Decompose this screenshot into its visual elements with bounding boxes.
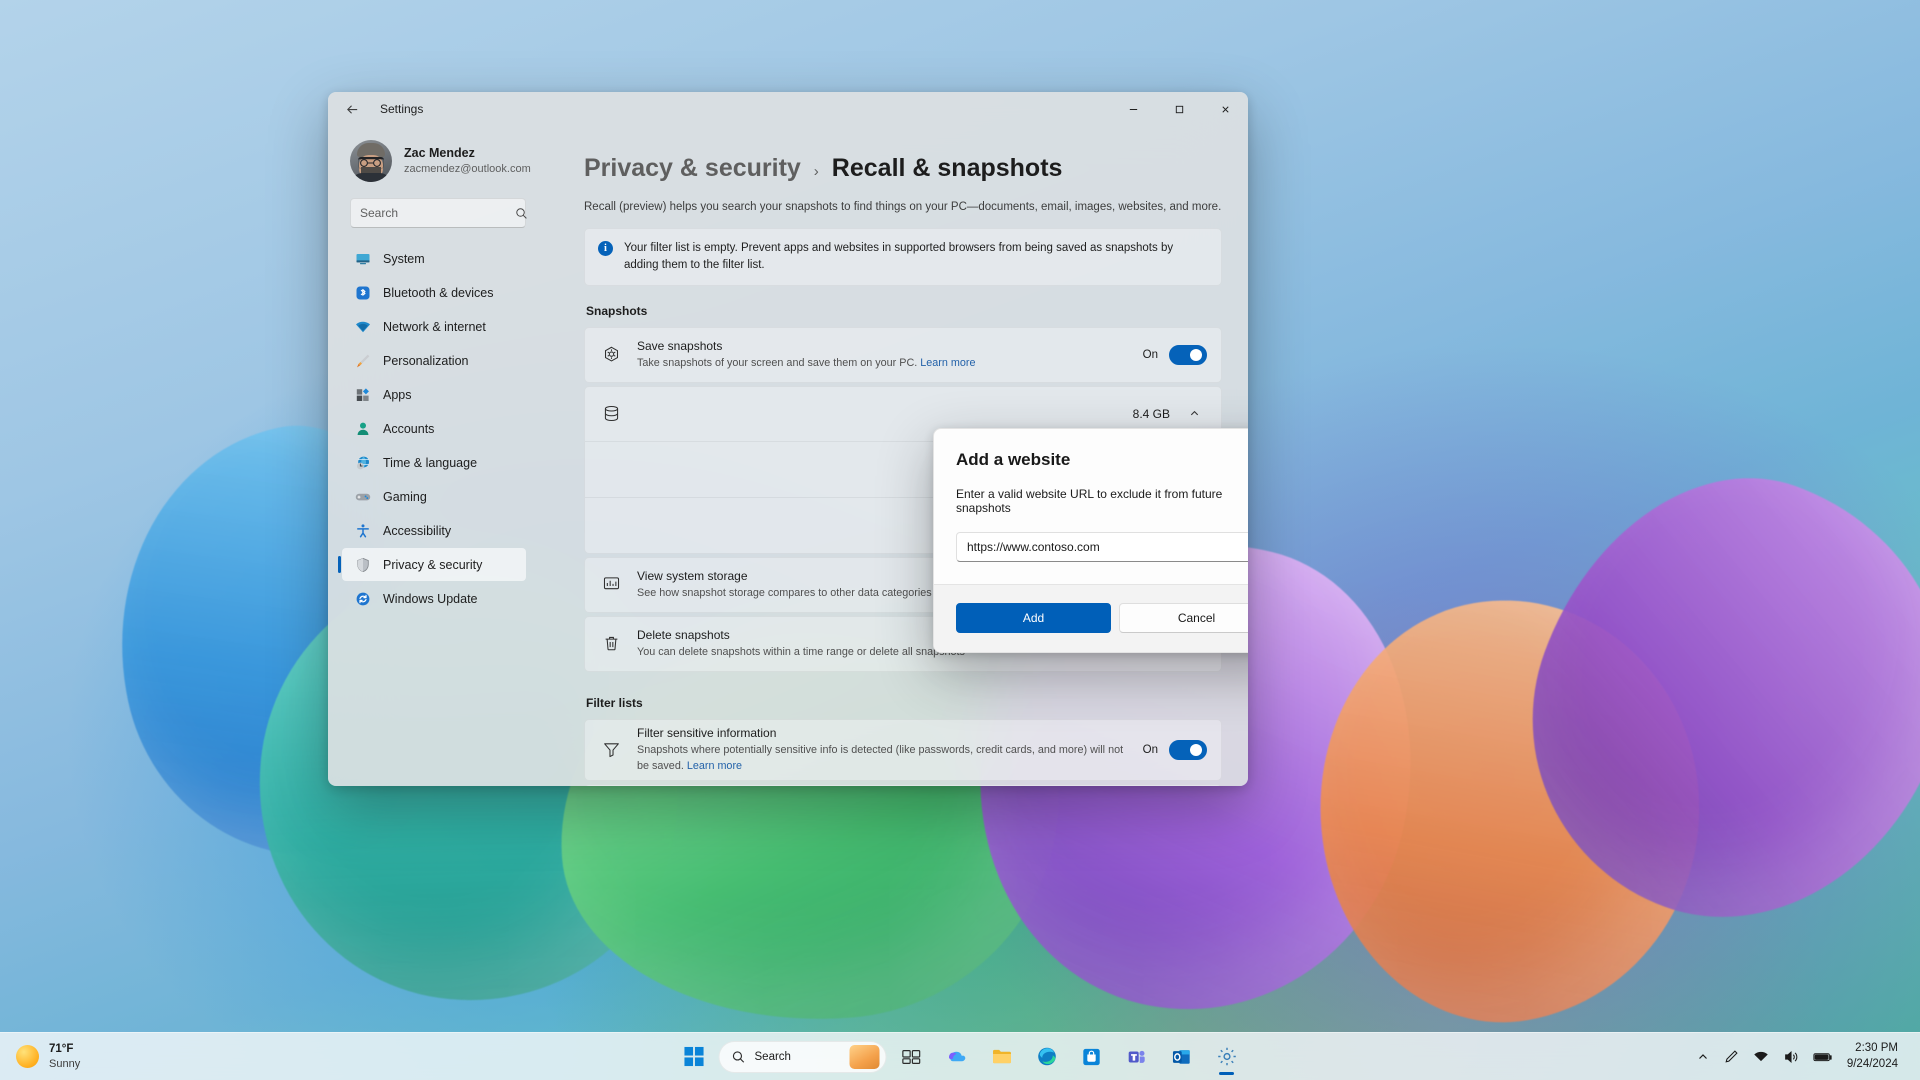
- clock[interactable]: 2:30 PM 9/24/2024: [1841, 1041, 1908, 1072]
- taskbar-search[interactable]: Search: [718, 1040, 887, 1073]
- chevron-up-icon[interactable]: [1691, 1039, 1715, 1075]
- settings-icon[interactable]: [1207, 1037, 1247, 1077]
- add-button[interactable]: Add: [956, 603, 1111, 633]
- search-highlight-thumbnail: [849, 1044, 880, 1069]
- taskbar-search-label: Search: [754, 1050, 791, 1063]
- wifi-tray-icon[interactable]: [1747, 1039, 1775, 1075]
- start-icon[interactable]: [674, 1037, 714, 1077]
- search-icon: [732, 1050, 746, 1064]
- settings-window: Settings Zac Mendez zacmendez@outlook.co…: [328, 92, 1248, 786]
- clock-date: 9/24/2024: [1846, 1057, 1898, 1070]
- outlook-icon[interactable]: [1162, 1037, 1202, 1077]
- add-website-dialog: Add a website Enter a valid website URL …: [933, 428, 1248, 653]
- cancel-button[interactable]: Cancel: [1119, 603, 1248, 633]
- pen-icon[interactable]: [1717, 1039, 1745, 1075]
- dialog-title: Add a website: [956, 450, 1071, 469]
- sun-icon: [16, 1044, 39, 1068]
- task-view-icon[interactable]: [892, 1037, 932, 1077]
- volume-icon[interactable]: [1777, 1039, 1805, 1075]
- copilot-icon[interactable]: [937, 1037, 977, 1077]
- dialog-body: Add a website Enter a valid website URL …: [934, 429, 1248, 584]
- teams-icon[interactable]: [1117, 1037, 1157, 1077]
- edge-browser-icon[interactable]: [1027, 1037, 1067, 1077]
- weather-condition: Sunny: [49, 1057, 81, 1070]
- battery-icon[interactable]: [1807, 1039, 1839, 1075]
- dialog-footer: Add Cancel: [934, 584, 1248, 652]
- dialog-description: Enter a valid website URL to exclude it …: [956, 487, 1223, 515]
- website-url-input[interactable]: [956, 532, 1248, 562]
- microsoft-store-icon[interactable]: [1072, 1037, 1112, 1077]
- taskbar: 71°F Sunny Search 2:30 PM 9/24/2024: [0, 1032, 1920, 1080]
- taskbar-tray: 2:30 PM 9/24/2024: [1691, 1039, 1920, 1075]
- taskbar-center: Search: [674, 1037, 1247, 1077]
- clock-time: 2:30 PM: [1855, 1041, 1898, 1054]
- file-explorer-icon[interactable]: [982, 1037, 1022, 1077]
- weather-widget[interactable]: 71°F Sunny: [0, 1042, 190, 1071]
- weather-temperature: 71°F: [49, 1042, 74, 1055]
